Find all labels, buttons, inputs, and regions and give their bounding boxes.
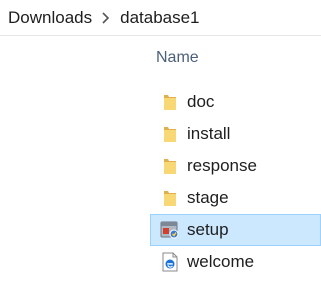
breadcrumb-item-downloads[interactable]: Downloads (8, 0, 92, 36)
list-item-label: setup (187, 220, 229, 239)
list-item-label: response (187, 156, 257, 175)
edge-document-icon (160, 252, 180, 272)
breadcrumb-item-database1[interactable]: database1 (120, 0, 199, 36)
folder-icon (160, 92, 180, 112)
folder-icon (160, 188, 180, 208)
file-list: doc install response stage setup welcome (150, 86, 321, 278)
chevron-right-icon[interactable] (96, 0, 116, 36)
list-item-setup[interactable]: setup (150, 214, 321, 246)
column-header-name[interactable]: Name (156, 48, 199, 68)
folder-icon (160, 156, 180, 176)
list-item-label: welcome (187, 252, 255, 271)
folder-icon (160, 124, 180, 144)
list-item-doc[interactable]: doc (150, 86, 321, 118)
list-item-response[interactable]: response (150, 150, 321, 182)
breadcrumb: Downloads database1 (0, 0, 321, 36)
list-item-install[interactable]: install (150, 118, 321, 150)
list-item-label: install (187, 124, 231, 143)
list-item-label: doc (187, 92, 215, 111)
file-explorer-view: Downloads database1 Name doc install res… (0, 0, 321, 282)
setup-app-icon (160, 220, 180, 240)
list-item-stage[interactable]: stage (150, 182, 321, 214)
list-item-welcome[interactable]: welcome (150, 246, 321, 278)
list-item-label: stage (187, 188, 229, 207)
